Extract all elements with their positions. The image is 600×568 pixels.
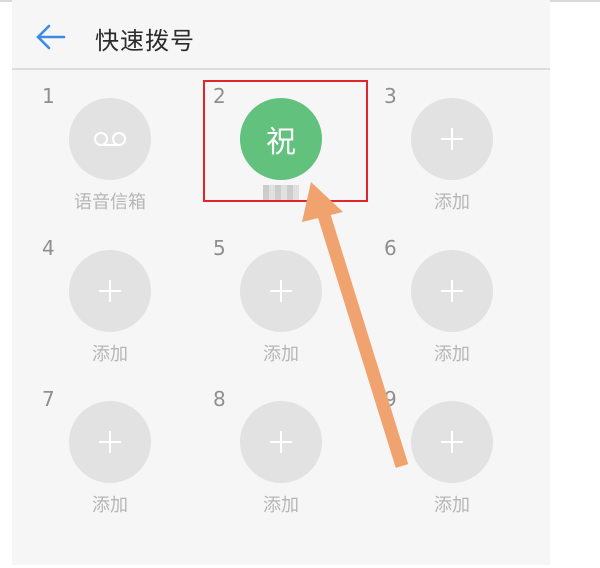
slot-circle[interactable] [69,98,151,180]
add-slot-button[interactable] [240,401,322,483]
slot-digit: 3 [384,84,397,108]
back-button[interactable] [34,20,68,54]
speed-dial-screen: 快速拨号 1 语音信箱 2 祝 3 添加 4 添加 5 添加 6 添加 7 添加… [12,0,550,565]
speed-dial-slot-1[interactable]: 1 语音信箱 [42,84,202,224]
slot-label: 添加 [92,344,128,365]
speed-dial-slot-5[interactable]: 5 添加 [213,236,373,376]
plus-icon [441,431,463,453]
speed-dial-slot-6[interactable]: 6 添加 [384,236,544,376]
plus-icon [99,431,121,453]
speed-dial-slot-9[interactable]: 9 添加 [384,387,544,527]
back-arrow-icon [36,24,66,50]
slot-digit: 6 [384,236,397,260]
add-slot-button[interactable] [411,250,493,332]
speed-dial-slot-3[interactable]: 3 添加 [384,84,544,224]
add-slot-button[interactable] [69,401,151,483]
plus-icon [270,431,292,453]
speed-dial-slot-4[interactable]: 4 添加 [42,236,202,376]
voicemail-icon [94,132,126,146]
slot-label: 语音信箱 [74,192,146,213]
slot-label: 添加 [92,495,128,516]
add-slot-button[interactable] [411,98,493,180]
add-slot-button[interactable] [240,250,322,332]
speed-dial-slot-8[interactable]: 8 添加 [213,387,373,527]
page-title: 快速拨号 [95,27,195,55]
header-divider [12,68,550,70]
slot-label: 添加 [434,495,470,516]
slot-digit: 8 [213,387,226,411]
slot-label: 添加 [434,192,470,213]
avatar-initial: 祝 [266,125,296,160]
slot-digit: 5 [213,236,226,260]
slot-digit: 1 [42,84,55,108]
slot-digit: 7 [42,387,55,411]
add-slot-button[interactable] [69,250,151,332]
plus-icon [441,128,463,150]
slot-digit: 2 [213,84,226,108]
slot-label: 添加 [434,344,470,365]
plus-icon [441,280,463,302]
plus-icon [99,280,121,302]
add-slot-button[interactable] [411,401,493,483]
speed-dial-slot-2[interactable]: 2 祝 [213,84,373,224]
speed-dial-slot-7[interactable]: 7 添加 [42,387,202,527]
blurred-contact-name [263,185,299,201]
contact-avatar[interactable]: 祝 [240,98,322,180]
slot-digit: 9 [384,387,397,411]
app-header: 快速拨号 [12,2,550,68]
slot-label: 添加 [263,344,299,365]
slot-digit: 4 [42,236,55,260]
slot-label: 添加 [263,495,299,516]
plus-icon [270,280,292,302]
